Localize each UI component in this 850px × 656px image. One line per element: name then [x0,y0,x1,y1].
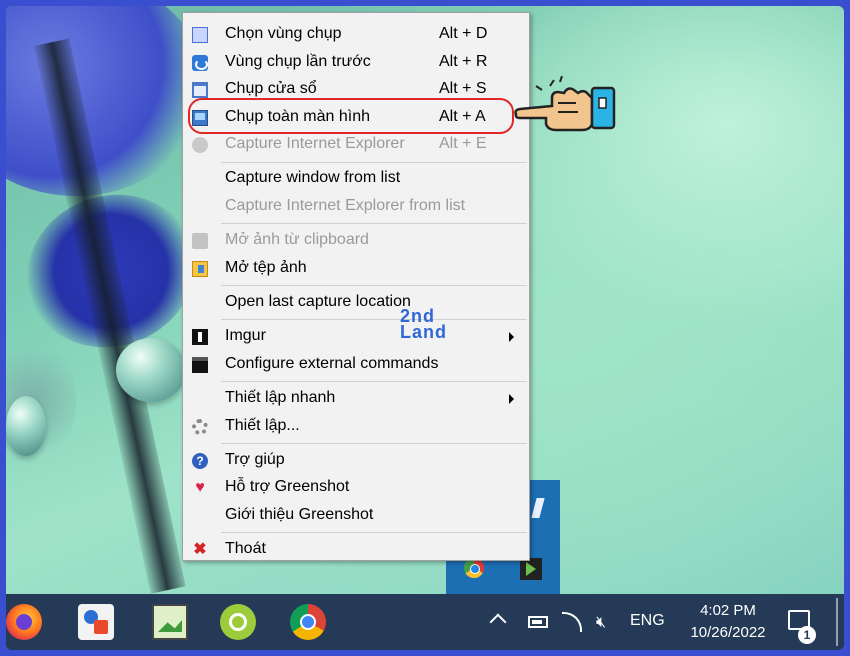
show-desktop-button[interactable] [836,598,838,646]
clock-time: 4:02 PM [700,602,756,619]
menu-item-label: Thiết lập... [225,417,300,434]
menu-divider [221,223,527,224]
imgur-icon [192,329,208,345]
menu-item-label: Chụp cửa sổ [225,80,317,97]
menu-item-shortcut: Alt + S [439,80,487,97]
menu-item-quick-settings[interactable]: Thiết lập nhanh [183,385,529,412]
menu-item-label: Capture window from list [225,169,401,186]
site-watermark: 2nd Land [400,307,460,348]
last-region-icon [192,55,208,71]
menu-item-label: Imgur [225,327,266,344]
menu-item-about-greenshot[interactable]: Giới thiệu Greenshot [183,502,529,529]
terminal-icon [192,357,208,373]
battery-icon[interactable] [528,616,548,628]
menu-item-shortcut: Alt + E [439,135,487,152]
watermark-line: Land [400,322,447,342]
menu-item-label: Trợ giúp [225,451,285,468]
submenu-arrow-icon [509,332,514,342]
menu-item-capture-last-region[interactable]: Vùng chụp lần trước Alt + R [183,49,529,76]
open-file-icon [192,261,208,277]
clipboard-icon [192,233,208,249]
image-editor-icon[interactable] [152,604,188,640]
internet-explorer-icon [192,137,208,153]
screen: Chọn vùng chụp Alt + D Vùng chụp lần trư… [6,6,844,650]
menu-divider [221,319,527,320]
menu-item-open-clipboard: Mở ảnh từ clipboard [183,227,529,254]
wallpaper-blob [6,6,206,196]
exit-icon: ✖ [193,541,207,558]
wifi-icon[interactable] [562,612,582,632]
greenshot-context-menu: Chọn vùng chụp Alt + D Vùng chụp lần trư… [182,12,530,561]
menu-item-shortcut: Alt + D [439,25,488,42]
menu-item-exit[interactable]: ✖ Thoát [183,536,529,563]
wallpaper-droplet [116,338,186,402]
menu-item-label: Capture Internet Explorer [225,135,405,152]
pointing-hand-icon [514,76,616,132]
taskbar: 🔇︎ ENG 4:02 PM 10/26/2022 1 [6,594,844,650]
menu-item-label: Open last capture location [225,293,411,310]
menu-item-shortcut: Alt + R [439,53,488,70]
menu-item-label: Hỗ trợ Greenshot [225,478,350,495]
firefox-icon[interactable] [6,604,42,640]
green-app-icon[interactable] [220,604,256,640]
window-capture-icon [192,82,208,98]
chevron-up-icon[interactable] [489,613,507,631]
menu-divider [221,162,527,163]
menu-item-help[interactable]: ? Trợ giúp [183,447,529,474]
volume-muted-icon[interactable]: 🔇︎ [596,614,606,650]
menu-item-label: Giới thiệu Greenshot [225,506,374,523]
menu-item-capture-ie: Capture Internet Explorer Alt + E [183,131,529,158]
menu-item-capture-region[interactable]: Chọn vùng chụp Alt + D [183,21,529,48]
menu-item-open-file[interactable]: Mở tệp ảnh [183,255,529,282]
submenu-arrow-icon [509,394,514,404]
menu-item-label: Thoát [225,540,266,557]
menu-item-label: Chọn vùng chụp [225,25,342,42]
highlight-ring [188,98,514,134]
menu-item-capture-window-from-list[interactable]: Capture window from list [183,165,529,192]
region-capture-icon [192,27,208,43]
menu-divider [221,285,527,286]
menu-item-open-last-capture-location[interactable]: Open last capture location [183,289,529,316]
menu-item-label: Mở ảnh từ clipboard [225,231,369,248]
heart-icon: ♥ [195,479,205,496]
help-icon: ? [192,453,208,469]
gear-icon [192,419,208,435]
taskbar-clock[interactable]: 4:02 PM 10/26/2022 [678,600,778,650]
menu-divider [221,443,527,444]
menu-item-capture-ie-from-list: Capture Internet Explorer from list [183,193,529,220]
menu-item-label: Vùng chụp lần trước [225,53,371,70]
clock-date: 10/26/2022 [690,624,766,641]
menu-divider [221,532,527,533]
software-center-icon[interactable] [78,604,114,640]
menu-item-label: Mở tệp ảnh [225,259,307,276]
menu-item-configure-external-commands[interactable]: Configure external commands [183,351,529,378]
menu-item-label: Capture Internet Explorer from list [225,197,466,214]
menu-item-label: Thiết lập nhanh [225,389,336,406]
menu-item-imgur[interactable]: Imgur [183,323,529,350]
menu-item-settings[interactable]: Thiết lập... [183,413,529,440]
notification-badge: 1 [798,626,816,644]
menu-item-support-greenshot[interactable]: ♥ Hỗ trợ Greenshot [183,474,529,501]
menu-divider [221,381,527,382]
desktop-wallpaper: Chọn vùng chụp Alt + D Vùng chụp lần trư… [6,6,844,594]
language-indicator[interactable]: ENG [630,612,665,650]
chrome-icon[interactable] [290,604,326,640]
menu-item-label: Configure external commands [225,355,439,372]
wallpaper-droplet [6,396,46,456]
